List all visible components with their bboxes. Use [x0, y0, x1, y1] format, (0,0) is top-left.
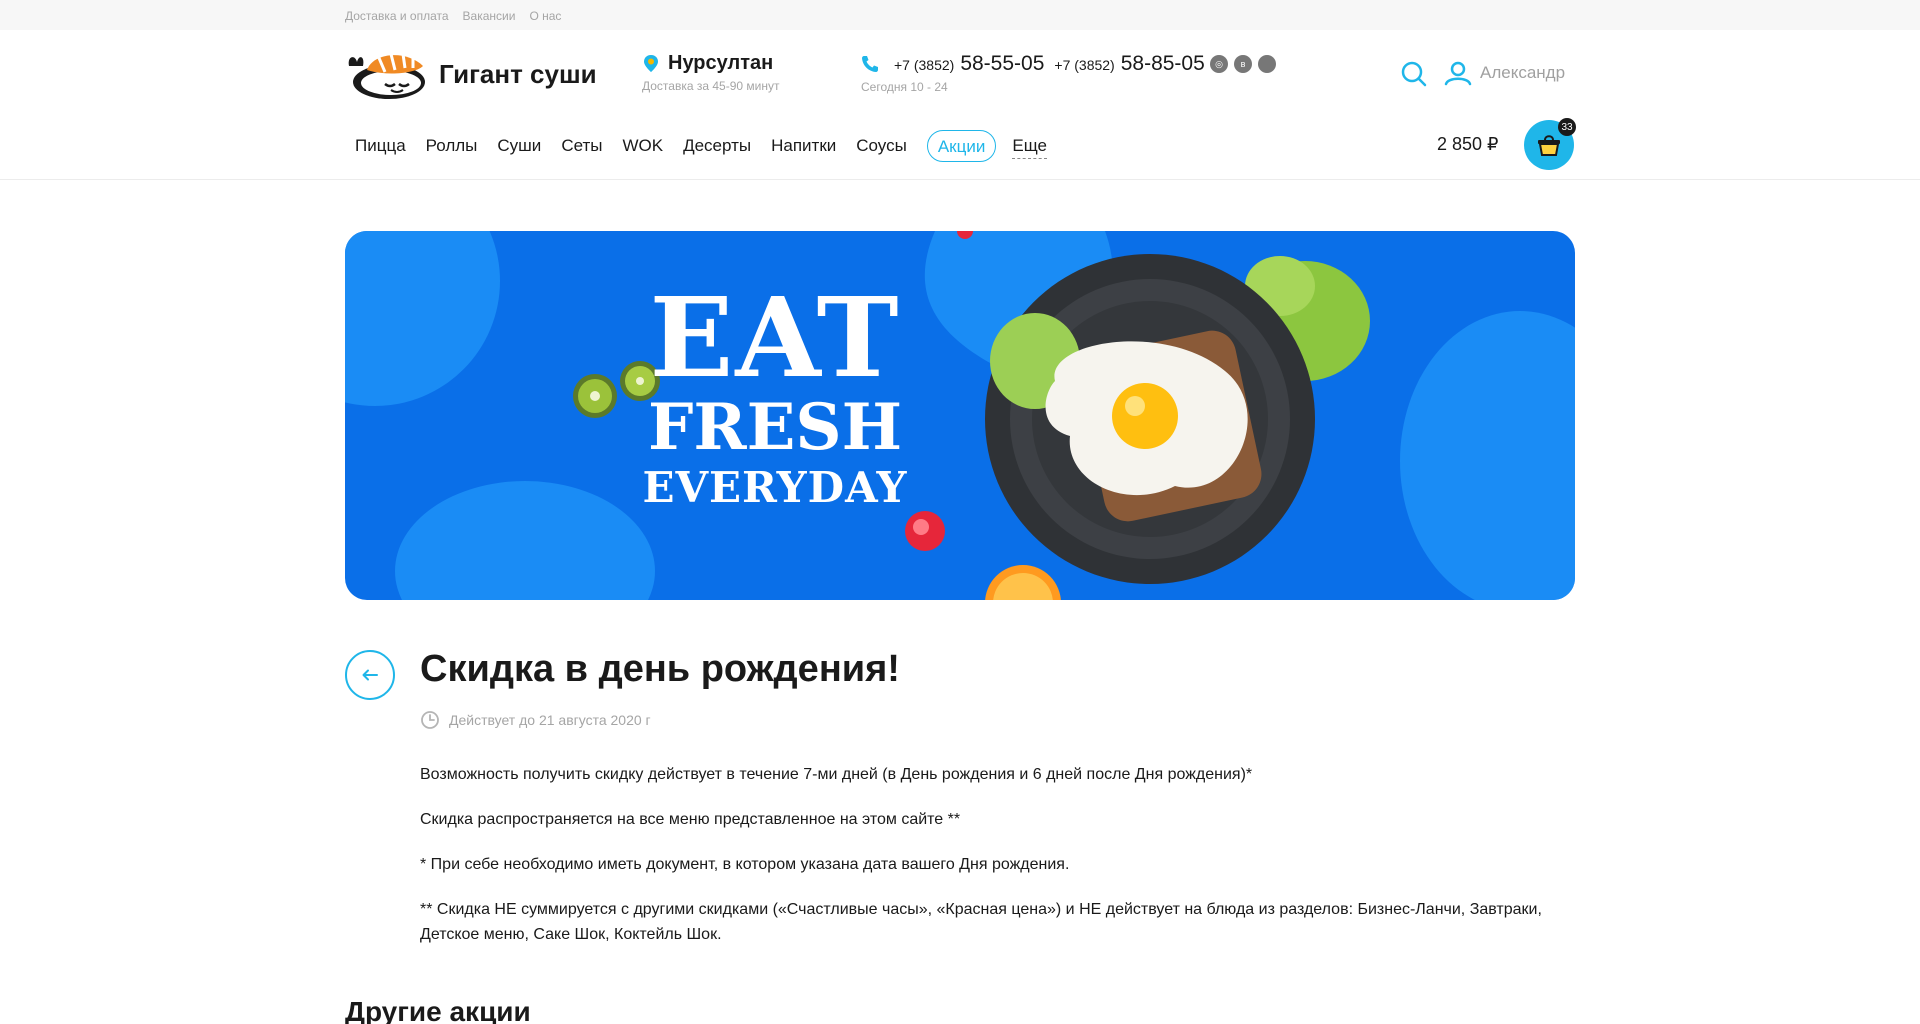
user-name: Александр	[1480, 63, 1566, 82]
user-icon	[1444, 61, 1472, 86]
arrow-left-icon	[362, 669, 378, 681]
top-links: Доставка и оплата Вакансии О нас	[345, 9, 561, 23]
nav-item-sauces[interactable]: Соусы	[846, 130, 917, 162]
cart-icon	[1538, 135, 1560, 156]
top-link-vacancies[interactable]: Вакансии	[463, 9, 516, 23]
city-name: Нурсултан	[668, 52, 774, 74]
search-button[interactable]	[1400, 60, 1428, 88]
top-link-about[interactable]: О нас	[529, 9, 561, 23]
city-selector[interactable]: Нурсултан Доставка за 45-90 минут	[642, 52, 779, 93]
cart-count-badge: 33	[1558, 118, 1576, 136]
vk-icon[interactable]: в	[1234, 55, 1252, 73]
phone-2-number[interactable]: 58-85-05	[1121, 52, 1205, 76]
nav-item-drinks[interactable]: Напитки	[761, 130, 846, 162]
page-title: Скидка в день рождения!	[420, 648, 900, 690]
cart-total[interactable]: 2 850 ₽	[1437, 134, 1499, 155]
nav-item-desserts[interactable]: Десерты	[673, 130, 761, 162]
main-nav: Пицца Роллы Суши Сеты WOK Десерты Напитк…	[345, 130, 1047, 162]
user-account[interactable]: Александр	[1444, 60, 1565, 86]
location-pin-icon	[644, 54, 658, 72]
nav-item-sets[interactable]: Сеты	[551, 130, 612, 162]
brand-name: Гигант суши	[439, 58, 597, 89]
promo-paragraph: Возможность получить скидку действует в …	[420, 766, 1253, 783]
banner-line-1: EAT	[649, 273, 901, 402]
banner-headline: EAT FRESH EVERYDAY	[630, 283, 920, 513]
logo[interactable]: Гигант суши	[345, 48, 597, 100]
promo-validity: Действует до 21 августа 2020 г	[420, 710, 651, 730]
instagram-icon[interactable]: ◎	[1210, 55, 1228, 73]
cart-button[interactable]: 33	[1524, 118, 1576, 170]
social-icon[interactable]	[1258, 55, 1276, 73]
site-header: Гигант суши Нурсултан Доставка за 45-90 …	[0, 30, 1920, 180]
phone-2-prefix: +7 (3852)	[1054, 57, 1115, 73]
other-promos-heading: Другие акции	[345, 996, 531, 1024]
promo-description: Возможность получить скидку действует в …	[420, 762, 1560, 967]
phone-icon	[862, 56, 878, 72]
top-strip: Доставка и оплата Вакансии О нас	[0, 0, 1920, 30]
banner-artwork	[345, 231, 1575, 600]
nav-item-wok[interactable]: WOK	[612, 130, 673, 162]
promo-paragraph: * При себе необходимо иметь документ, в …	[420, 856, 1070, 873]
working-hours: Сегодня 10 - 24	[861, 80, 948, 94]
social-links: ◎ в	[1210, 55, 1276, 73]
nav-item-sushi[interactable]: Суши	[487, 130, 551, 162]
banner-line-3: EVERYDAY	[642, 463, 908, 512]
banner-line-2: FRESH	[647, 390, 903, 465]
promo-paragraph: Скидка распространяется на все меню пред…	[420, 811, 961, 828]
clock-icon	[421, 711, 439, 729]
phone-1-prefix: +7 (3852)	[894, 57, 955, 73]
search-icon	[1401, 61, 1427, 87]
whale-logo-icon	[348, 53, 425, 99]
nav-item-more[interactable]: Еще	[1012, 133, 1047, 159]
nav-item-rolls[interactable]: Роллы	[416, 130, 488, 162]
nav-item-promos[interactable]: Акции	[926, 130, 997, 162]
nav-item-pizza[interactable]: Пицца	[345, 130, 416, 162]
promo-paragraph: ** Скидка НЕ суммируется с другими скидк…	[420, 901, 1542, 943]
top-link-delivery[interactable]: Доставка и оплата	[345, 9, 449, 23]
phone-1-number[interactable]: 58-55-05	[960, 52, 1044, 76]
back-button[interactable]	[345, 650, 395, 700]
phones-block: +7 (3852) 58-55-05 +7 (3852) 58-85-05 Се…	[860, 52, 1209, 94]
delivery-time: Доставка за 45-90 минут	[642, 79, 780, 93]
valid-until-text: Действует до 21 августа 2020 г	[449, 712, 651, 728]
promo-banner: EAT FRESH EVERYDAY	[345, 231, 1575, 600]
